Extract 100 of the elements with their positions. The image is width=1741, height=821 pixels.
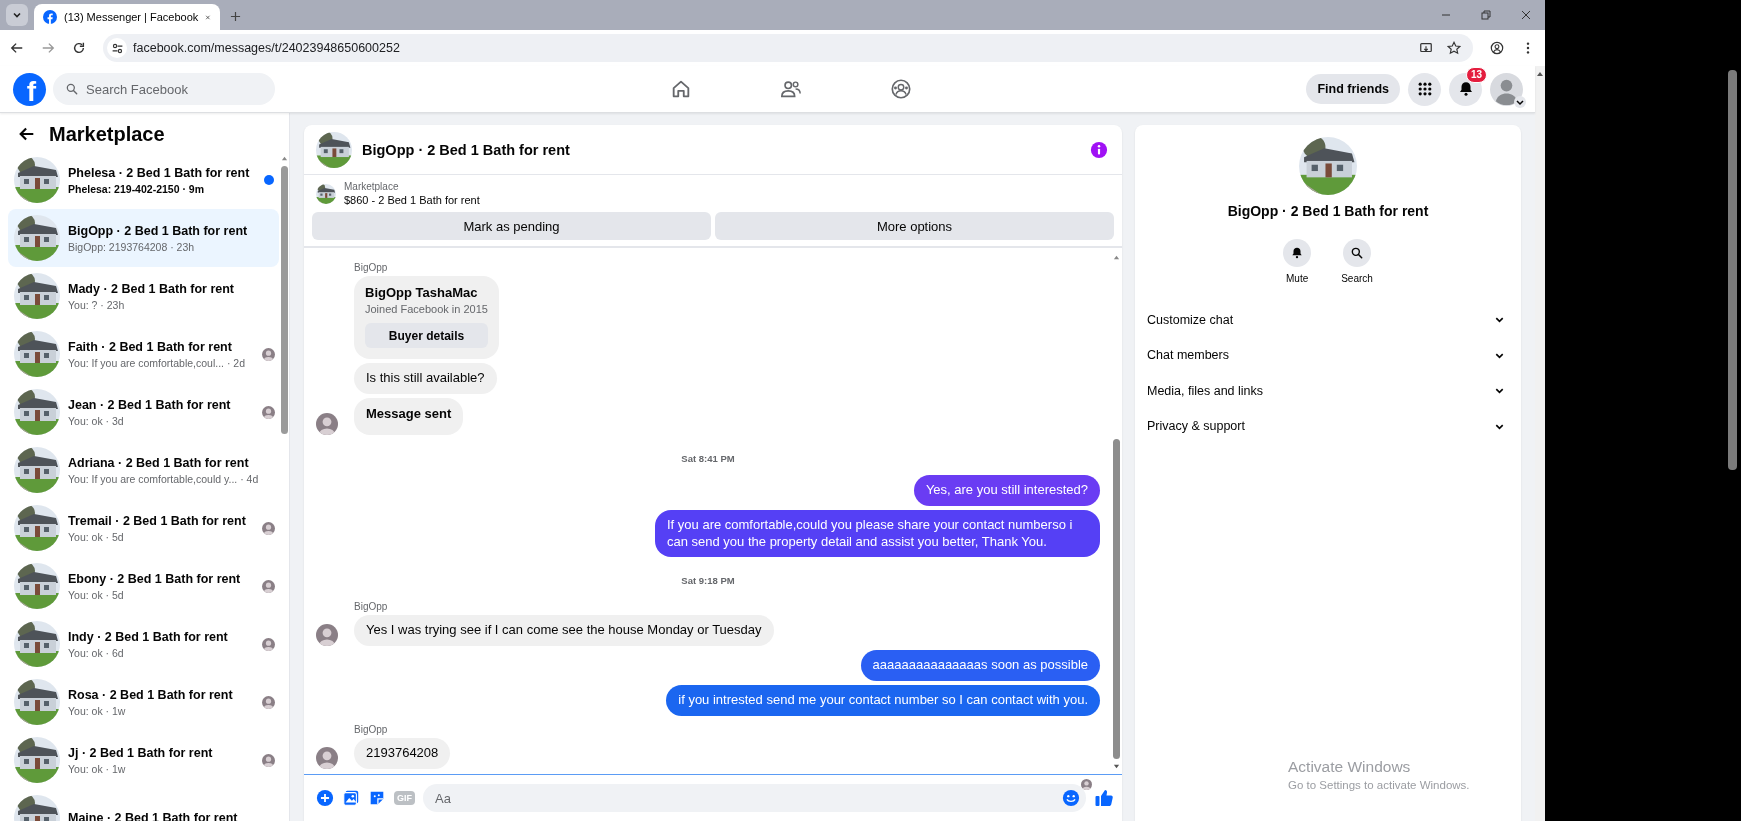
sender-name: BigOpp [353, 724, 389, 736]
home-icon [670, 78, 692, 100]
message-bubble: Is this still available? [354, 363, 497, 394]
listing-label: Marketplace [344, 181, 400, 192]
timestamp: Sat 9:18 PM [680, 575, 736, 587]
conversation-item[interactable]: Indy · 2 Bed 1 Bath for rent You: ok · 6d [8, 615, 279, 673]
conversation-item[interactable]: Phelesa · 2 Bed 1 Bath for rent Phelesa: 219-402-2150 · 9m [8, 151, 279, 209]
profile-name: BigOpp TashaMac [365, 285, 479, 300]
new-tab-icon[interactable] [230, 11, 241, 22]
message-bubble: 2193764208 [354, 738, 451, 769]
conversation-title: BigOpp · 2 Bed 1 Bath for rent [1227, 203, 1429, 219]
conversation-name: Jean · 2 Bed 1 Bath for rent [68, 397, 232, 412]
account-button[interactable] [1490, 72, 1523, 106]
scrollbar-thumb[interactable] [280, 166, 288, 434]
conversation-name: BigOpp · 2 Bed 1 Bath for rent [68, 223, 249, 238]
conversation-preview: You: ok · 1w [68, 762, 127, 775]
conversation-preview: You: ok · 5d [68, 530, 125, 543]
action-label: Mute [1286, 273, 1309, 284]
conversation-name: Rosa · 2 Bed 1 Bath for rent [68, 687, 234, 702]
conversation-item[interactable]: Jean · 2 Bed 1 Bath for rent You: ok · 3d [8, 383, 279, 441]
section-row[interactable]: Privacy & support [1135, 408, 1521, 444]
plus-icon[interactable] [316, 789, 334, 807]
conversation-item[interactable]: Jj · 2 Bed 1 Bath for rent You: ok · 1w [8, 731, 279, 789]
message-field[interactable]: Aa [423, 784, 1086, 812]
grid-icon [1416, 81, 1433, 97]
listing-button[interactable]: Mark as pending [312, 212, 711, 240]
conversation-item[interactable]: Faith · 2 Bed 1 Bath for rent You: If you are comfortable,coul... · 2d [8, 325, 279, 383]
action-label: Search [1341, 273, 1373, 284]
close-icon[interactable] [1521, 10, 1531, 20]
profile-icon[interactable] [1490, 41, 1504, 55]
activation-title: Activate Windows [1288, 758, 1412, 776]
section-row[interactable]: Customize chat [1135, 302, 1521, 338]
message-bubble: If you are comfortable,could you please share your contact numberso i can send you the property detail and assist you better, Thank You. [655, 509, 1100, 558]
search-icon [1350, 246, 1364, 260]
scroll-up-icon[interactable] [1112, 254, 1120, 261]
conversation-item[interactable]: Ebony · 2 Bed 1 Bath for rent You: ok · 5d [8, 557, 279, 615]
message-bubble: aaaaaaaaaaaaaaas soon as possible [860, 650, 1100, 682]
scrollbar-thumb[interactable] [1112, 439, 1120, 759]
buyer-details-button[interactable]: Buyer details [365, 323, 488, 348]
sticker-icon[interactable] [368, 789, 386, 807]
search-field[interactable]: Search Facebook [53, 73, 275, 105]
activation-text: Go to Settings to activate Windows. [1288, 779, 1470, 791]
chat-title: BigOpp · 2 Bed 1 Bath for rent [362, 141, 571, 158]
url-text: facebook.com/messages/t/24023948650600252 [133, 41, 401, 55]
reload-icon[interactable] [72, 41, 86, 55]
back-icon[interactable] [18, 125, 36, 143]
scroll-up-icon[interactable] [1536, 70, 1544, 78]
conversation-preview: You: ? · 23h [68, 298, 126, 311]
conversation-item[interactable]: BigOpp · 2 Bed 1 Bath for rent BigOpp: 2193764208 · 23h [8, 209, 279, 267]
sender-name: BigOpp [353, 262, 389, 273]
image-icon[interactable] [342, 789, 360, 807]
site-settings-icon[interactable] [110, 41, 124, 55]
caret-icon [12, 10, 22, 20]
conversation-item[interactable]: Rosa · 2 Bed 1 Bath for rent You: ok · 1w [8, 673, 279, 731]
groups-icon [890, 78, 912, 100]
timestamp: Sat 8:41 PM [680, 452, 736, 464]
conversation-item[interactable]: Adriana · 2 Bed 1 Bath for rent You: If you are comfortable,could y... · 4d [8, 441, 279, 499]
listing-detail: $860 - 2 Bed 1 Bath for rent [344, 194, 480, 206]
friends-icon [780, 78, 802, 100]
notification-badge: 13 [1465, 66, 1487, 83]
mute-button[interactable] [1283, 239, 1312, 267]
logo[interactable]: f [13, 72, 46, 106]
listing-button[interactable]: More options [715, 212, 1114, 240]
conversation-item[interactable]: Mady · 2 Bed 1 Bath for rent You: ? · 23h [8, 267, 279, 325]
message-bubble: Yes, are you still interested? [913, 474, 1100, 506]
conversation-preview: Phelesa: 219-402-2150 · 9m [68, 182, 205, 195]
avatar [1490, 72, 1523, 106]
tab-title: (13) Messenger | Facebook [64, 11, 199, 23]
caret-icon [1514, 95, 1526, 108]
conversation-preview: You: If you are comfortable,coul... · 2d [68, 356, 247, 369]
sidebar-title: Marketplace [49, 122, 165, 146]
conversation-name: Ebony · 2 Bed 1 Bath for rent [68, 571, 242, 586]
forward-icon[interactable] [41, 41, 55, 55]
conversation-item[interactable]: Tremail · 2 Bed 1 Bath for rent You: ok · 5d [8, 499, 279, 557]
find-friends-button[interactable]: Find friends [1306, 74, 1400, 104]
restore-icon[interactable] [1481, 10, 1491, 20]
emoji-icon[interactable] [1062, 789, 1080, 807]
scroll-down-icon[interactable] [1112, 763, 1120, 770]
star-icon[interactable] [1447, 41, 1461, 55]
thumbs-up-icon[interactable] [1094, 788, 1114, 808]
conversation-name: Tremail · 2 Bed 1 Bath for rent [68, 513, 247, 528]
search-button[interactable] [1343, 239, 1371, 267]
browser-tab[interactable]: (13) Messenger | Facebook [34, 4, 220, 30]
install-icon[interactable] [1419, 41, 1433, 55]
section-row[interactable]: Media, files and links [1135, 373, 1521, 409]
scroll-up-icon[interactable] [280, 155, 288, 162]
menu-button[interactable] [1408, 72, 1441, 106]
conversation-name: Phelesa · 2 Bed 1 Bath for rent [68, 165, 251, 180]
info-icon[interactable] [1090, 140, 1108, 159]
conversation-name: Adriana · 2 Bed 1 Bath for rent [68, 455, 250, 470]
facebook-icon [43, 10, 57, 24]
conversation-preview: You: ok · 1w [68, 704, 127, 717]
close-icon[interactable] [205, 12, 211, 22]
section-row[interactable]: Chat members [1135, 337, 1521, 373]
tab-search-button[interactable] [6, 4, 28, 26]
address-bar[interactable]: facebook.com/messages/t/24023948650600252 [103, 34, 1473, 62]
notifications-button[interactable] [1449, 72, 1482, 106]
conversation-name: Indy · 2 Bed 1 Bath for rent [68, 629, 229, 644]
profile-subtitle: Joined Facebook in 2015 [365, 303, 488, 315]
back-icon[interactable] [10, 41, 24, 55]
